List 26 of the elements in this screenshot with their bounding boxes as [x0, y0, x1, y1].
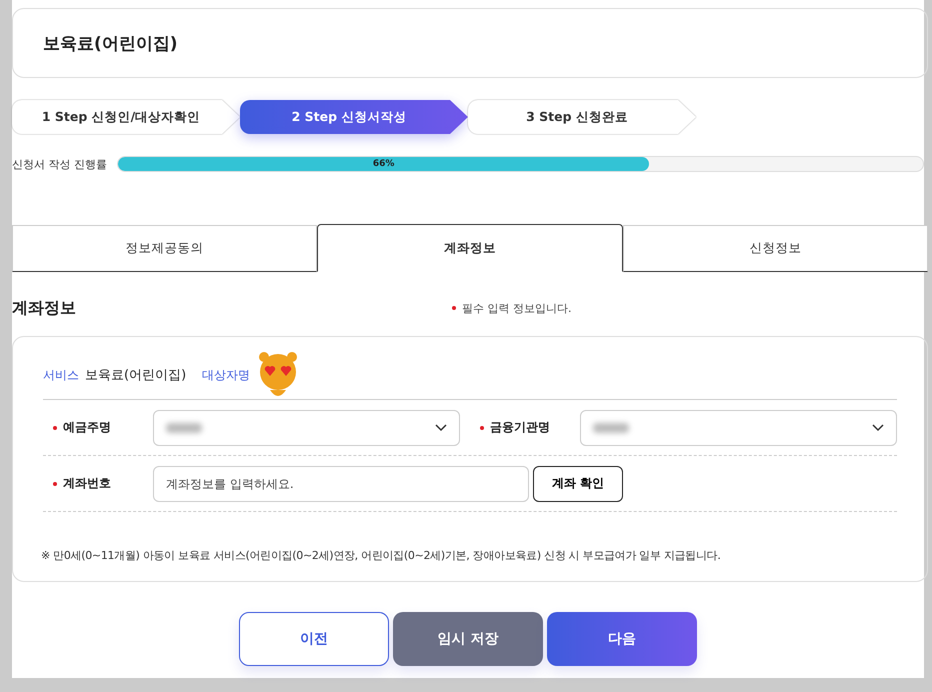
tab[interactable]: 계좌정보	[317, 224, 623, 272]
progress-reading: 66%	[372, 158, 394, 171]
tab[interactable]: 신청정보	[622, 225, 928, 272]
next-button[interactable]: 다음	[547, 612, 697, 666]
page-title: 보육료(어린이집)	[43, 32, 178, 54]
section-title: 계좌정보	[12, 298, 77, 318]
service-label: 서비스	[43, 366, 79, 384]
select-field[interactable]	[580, 410, 897, 446]
notice-text: ※ 만0세(0~11개월) 아동이 보육료 서비스(어린이집(0~2세)연장, 어린이집(0~2세)기본, 장애아보육료) 신청 시 부모급여가 일부 지급됩니다.	[41, 548, 722, 563]
field-label: 예금주명	[63, 419, 111, 436]
progress-label: 신청서 작성 진행률	[12, 156, 107, 172]
required-note: 필수 입력 정보입니다.	[462, 300, 572, 316]
input-field[interactable]: 계좌정보를 입력하세요.	[153, 466, 529, 502]
required-dot	[452, 306, 456, 310]
previous-button[interactable]: 이전	[239, 612, 389, 666]
tab[interactable]: 정보제공동의	[12, 225, 318, 272]
save-button[interactable]: 임시 저장	[393, 612, 543, 666]
chevron-down-icon	[872, 424, 884, 432]
target-label: 대상자명	[202, 366, 250, 384]
chevron-down-icon	[435, 424, 447, 432]
select-field[interactable]	[153, 410, 460, 446]
service-value: 보육료(어린이집)	[85, 367, 186, 384]
field-label: 계좌번호	[63, 475, 111, 492]
step-tab[interactable]: 2 Step 신청서작성	[240, 100, 468, 134]
field-label: 금융기관명	[490, 419, 550, 436]
confirm-button[interactable]: 계좌 확인	[533, 466, 623, 502]
